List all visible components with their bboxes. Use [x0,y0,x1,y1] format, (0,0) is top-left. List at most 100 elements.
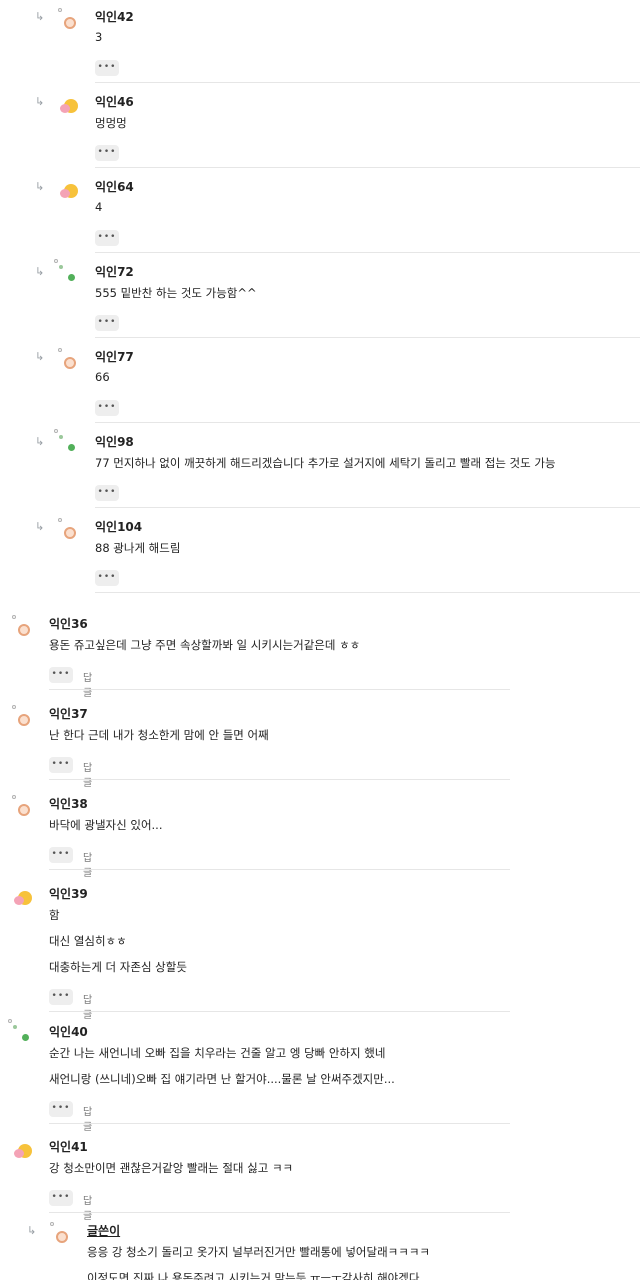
avatar-dot [58,8,62,12]
comment-feed: ↳ 익인42 3 ••• ↳ 익인46 멍멍멍 ••• ↳ 익인64 4 ••• ↳ 익인72 555 밑반… [0,0,640,1280]
avatar-ring [18,624,30,636]
avatar-dot [59,265,63,269]
comment-text: 새언니랑 (쓰니네)오빠 집 얘기라면 난 할거야....물론 날 안써주겠지만… [49,1072,395,1086]
avatar-dot [8,1019,12,1023]
comment-divider [95,82,640,83]
orange-ring-avatar [58,348,76,369]
avatar-petal [14,1149,24,1158]
avatar-dot [12,615,16,619]
commenter-name: 익인39 [49,887,88,901]
commenter-name: 익인72 [95,265,134,279]
more-options-button[interactable]: ••• [95,315,119,331]
comment-text: 대충하는게 더 자존심 상할듯 [49,960,187,974]
commenter-name: 익인46 [95,95,134,109]
comment-divider [49,689,510,690]
green-dots-avatar [54,429,76,453]
avatar-petal [60,189,70,198]
comment-text: 강 청소만이면 괜찮은거같앙 빨래는 절대 싫고 ㅋㅋ [49,1161,294,1175]
commenter-name: 익인64 [95,180,134,194]
avatar-dot [54,429,58,433]
commenter-name: 익인42 [95,10,134,24]
commenter-name: 익인37 [49,707,88,721]
yellow-pink-avatar [60,184,78,198]
reply-button[interactable]: 답글 [83,849,92,879]
more-options-button[interactable]: ••• [95,570,119,586]
comment-text: 용돈 쥬고싶은데 그냥 주면 속상할까봐 일 시키시는거같은데 ㅎㅎ [49,638,361,652]
more-options-button[interactable]: ••• [49,667,73,683]
reply-arrow-icon: ↳ [27,1224,37,1237]
comment-text: 4 [95,200,103,214]
commenter-name: 익인98 [95,435,134,449]
reply-button[interactable]: 답글 [83,1103,92,1133]
more-options-button[interactable]: ••• [95,485,119,501]
comment-divider [95,337,640,338]
comment-divider [95,252,640,253]
commenter-name: 익인104 [95,520,143,534]
reply-button[interactable]: 답글 [83,1192,92,1222]
avatar-ring [18,804,30,816]
avatar-dot [58,348,62,352]
avatar-ring [64,527,76,539]
more-options-button[interactable]: ••• [49,1190,73,1206]
comment-text: 대신 열심히ㅎㅎ [49,934,127,948]
reply-arrow-icon: ↳ [35,10,45,23]
avatar-dot [59,435,63,439]
more-options-button[interactable]: ••• [95,400,119,416]
reply-button[interactable]: 답글 [83,759,92,789]
comment-divider [95,507,640,508]
more-options-button[interactable]: ••• [95,145,119,161]
comment-divider [49,869,510,870]
reply-arrow-icon: ↳ [35,95,45,108]
avatar-dot [68,444,75,451]
yellow-pink-avatar [14,891,32,905]
more-options-button[interactable]: ••• [49,989,73,1005]
orange-ring-avatar [12,795,30,816]
yellow-pink-avatar [14,1144,32,1158]
avatar-petal [14,896,24,905]
avatar-dot [22,1034,29,1041]
comment-text: 함 [49,908,60,922]
comment-text: 이정도면 진짜 나 용돈주려고 시키는거 맞는듯 ㅠㅡㅜ감사히 해야겠다 [87,1271,420,1280]
orange-ring-avatar [58,8,76,29]
avatar-dot [12,705,16,709]
more-options-button[interactable]: ••• [95,230,119,246]
comment-text: 77 먼지하나 없이 깨끗하게 해드리겠습니다 추가로 설거지에 세탁기 돌리고… [95,456,556,470]
green-dots-avatar [8,1019,30,1043]
avatar-ring [64,357,76,369]
more-options-button[interactable]: ••• [49,757,73,773]
comment-divider [95,167,640,168]
commenter-name: 글쓴이 [87,1224,121,1238]
avatar-ring [56,1231,68,1243]
comment-text: 응응 강 청소기 돌리고 옷가지 널부러진거만 빨래통에 넣어달래ㅋㅋㅋㅋ [87,1245,430,1259]
comment-text: 순간 나는 새언니네 오빠 집을 치우라는 건줄 알고 엥 당빠 안하지 했네 [49,1046,386,1060]
reply-arrow-icon: ↳ [35,520,45,533]
orange-ring-avatar [12,615,30,636]
comment-text: 3 [95,30,103,44]
avatar-ring [64,17,76,29]
reply-button[interactable]: 답글 [83,991,92,1021]
orange-ring-avatar [50,1222,68,1243]
commenter-name: 익인40 [49,1025,88,1039]
avatar-dot [54,259,58,263]
reply-button[interactable]: 답글 [83,669,92,699]
reply-arrow-icon: ↳ [35,180,45,193]
comment-text: 88 광나게 해드림 [95,541,181,555]
comment-divider [49,779,510,780]
avatar-ring [18,714,30,726]
commenter-name: 익인38 [49,797,88,811]
comment-text: 555 밑반찬 하는 것도 가능함^^ [95,286,257,300]
avatar-dot [13,1025,17,1029]
green-dots-avatar [54,259,76,283]
avatar-dot [68,274,75,281]
more-options-button[interactable]: ••• [49,847,73,863]
commenter-name: 익인77 [95,350,134,364]
comment-divider [49,1212,510,1213]
comment-divider [95,592,640,593]
comment-text: 66 [95,370,110,384]
reply-arrow-icon: ↳ [35,265,45,278]
comment-divider [95,422,640,423]
commenter-name: 익인41 [49,1140,88,1154]
comment-divider [49,1011,510,1012]
more-options-button[interactable]: ••• [49,1101,73,1117]
more-options-button[interactable]: ••• [95,60,119,76]
